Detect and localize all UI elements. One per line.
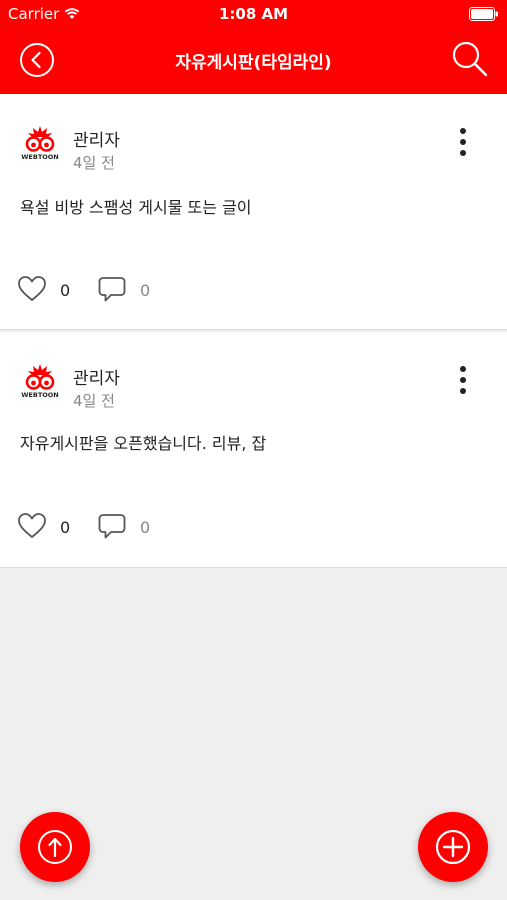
- like-count: 0: [60, 518, 71, 537]
- comment-count: 0: [140, 518, 151, 537]
- back-icon[interactable]: [19, 42, 55, 78]
- post-time: 4일 전: [73, 154, 115, 172]
- clock: 1:08 AM: [218, 5, 289, 23]
- post-author: 관리자: [73, 131, 120, 151]
- add-icon: [435, 829, 471, 865]
- status-bar: Carrier 1:08 AM: [0, 0, 507, 28]
- comment-icon[interactable]: [98, 513, 126, 539]
- post-text[interactable]: 자유게시판을 오픈했습니다. 리뷰, 잡: [20, 430, 266, 454]
- webtoon-logo: WEBTOON: [21, 364, 59, 399]
- post-card: WEBTOON 관리자 4일 전 욕설 비방 스팸성 게시물 또는 글이 0 0: [0, 94, 507, 330]
- post-card: WEBTOON 관리자 4일 전 자유게시판을 오픈했습니다. 리뷰, 잡 0 …: [0, 332, 507, 568]
- scroll-top-button[interactable]: [20, 812, 90, 882]
- more-icon[interactable]: [451, 126, 475, 158]
- battery-icon: [469, 7, 498, 21]
- add-post-button[interactable]: [418, 812, 488, 882]
- svg-text:WEBTOON: WEBTOON: [21, 391, 59, 399]
- webtoon-logo: WEBTOON: [21, 126, 59, 161]
- scroll-top-icon: [38, 830, 72, 864]
- like-count: 0: [60, 281, 71, 300]
- post-author: 관리자: [73, 369, 120, 389]
- svg-text:WEBTOON: WEBTOON: [21, 153, 59, 161]
- nav-bar: 자유게시판(타임라인): [0, 28, 507, 94]
- post-time: 4일 전: [73, 392, 115, 410]
- heart-icon[interactable]: [18, 276, 46, 302]
- heart-icon[interactable]: [18, 513, 46, 539]
- comment-icon[interactable]: [98, 276, 126, 302]
- page-title: 자유게시판(타임라인): [175, 53, 332, 73]
- search-icon[interactable]: [451, 40, 489, 78]
- comment-count: 0: [140, 281, 151, 300]
- more-icon[interactable]: [451, 364, 475, 396]
- post-text[interactable]: 욕설 비방 스팸성 게시물 또는 글이: [20, 194, 252, 218]
